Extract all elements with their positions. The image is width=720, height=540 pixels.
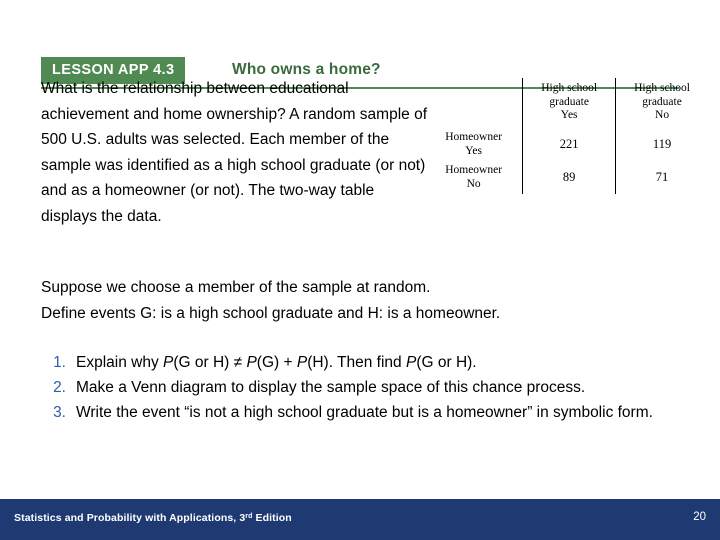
question-segment: (G or H) ≠: [173, 354, 247, 371]
table-cell: 71: [615, 161, 708, 194]
table-col-header-grad-yes: High school graduate Yes: [522, 78, 616, 128]
table-header-row: High school graduate Yes High school gra…: [430, 78, 708, 128]
footer-source-tail: Edition: [252, 512, 292, 524]
table-corner-cell: [430, 78, 523, 128]
footer-source: Statistics and Probability with Applicat…: [14, 512, 292, 524]
list-item-text: Make a Venn diagram to display the sampl…: [76, 379, 586, 396]
question-segment: P: [296, 354, 308, 371]
list-item: 1. Explain why P(G or H) ≠ P(G) + P(H). …: [38, 351, 698, 375]
suppose-paragraph: Suppose we choose a member of the sample…: [41, 275, 681, 327]
suppose-line-2: Define events G: is a high school gradua…: [41, 305, 501, 322]
question-segment: (G or H).: [416, 354, 477, 371]
list-item-number: 1.: [53, 354, 66, 371]
list-item: 3. Write the event “is not a high school…: [38, 401, 698, 425]
row-header-line: Yes: [465, 144, 482, 157]
question-segment: P: [246, 354, 257, 371]
col-header-line: graduate: [642, 95, 682, 108]
col-header-line: No: [655, 109, 670, 122]
list-item-text: Write the event “is not a high school gr…: [76, 404, 653, 421]
two-way-table: High school graduate Yes High school gra…: [430, 78, 708, 194]
question-list: 1. Explain why P(G or H) ≠ P(G) + P(H). …: [38, 351, 698, 426]
slide-header: LESSON APP 4.3 Who owns a home?: [0, 27, 720, 89]
list-item-text: Explain why P(G or H) ≠ P(G) + P(H). The…: [76, 351, 698, 375]
col-header-line: High school: [541, 82, 598, 95]
list-item-number: 2.: [53, 379, 66, 396]
table-row: Homeowner Yes 221 119: [430, 128, 708, 161]
question-segment: (H). Then find: [307, 354, 406, 371]
row-header-line: Homeowner: [445, 131, 503, 143]
question-segment: P: [405, 354, 417, 371]
question-segment: (G) +: [256, 354, 297, 371]
col-header-line: graduate: [549, 95, 589, 108]
col-header-line: High school: [634, 82, 690, 95]
question-segment: Explain why: [76, 354, 164, 371]
footer-source-main: Statistics and Probability with Applicat…: [14, 512, 246, 524]
suppose-line-1: Suppose we choose a member of the sample…: [41, 279, 431, 296]
table-row-header-homeowner-yes: Homeowner Yes: [430, 128, 523, 161]
question-segment: P: [163, 354, 174, 371]
col-header-line: Yes: [560, 109, 578, 122]
list-item: 2. Make a Venn diagram to display the sa…: [38, 376, 698, 400]
table-row-header-homeowner-no: Homeowner No: [430, 161, 523, 194]
slide-footer: Statistics and Probability with Applicat…: [0, 499, 720, 540]
table-cell: 89: [522, 161, 616, 194]
table-cell: 221: [522, 128, 616, 161]
row-header-line: Homeowner: [445, 164, 503, 176]
page-number: 20: [693, 511, 706, 523]
table-row: Homeowner No 89 71: [430, 161, 708, 194]
table-col-header-grad-no: High school graduate No: [615, 78, 708, 128]
intro-paragraph: What is the relationship between educati…: [41, 80, 428, 225]
table-cell: 119: [615, 128, 708, 161]
row-header-line: No: [466, 177, 481, 190]
list-item-number: 3.: [53, 404, 66, 421]
